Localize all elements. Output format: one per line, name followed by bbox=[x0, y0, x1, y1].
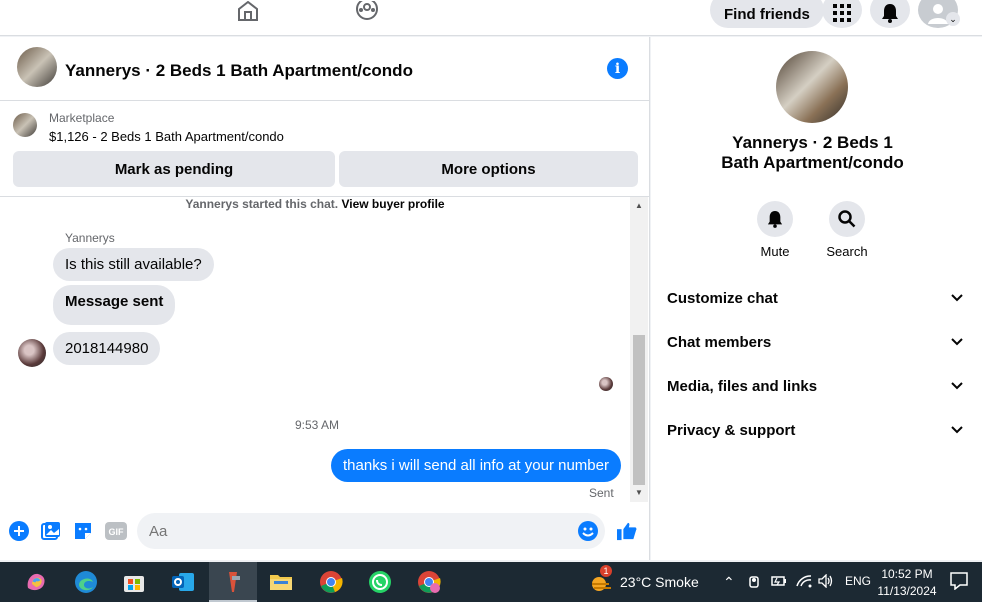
section-privacy-support[interactable]: Privacy & support bbox=[667, 415, 963, 445]
edge-icon[interactable] bbox=[73, 569, 99, 595]
emoji-icon[interactable] bbox=[578, 521, 598, 541]
conversation-title: Yannerys · 2 Beds 1 Bath Apartment/condo bbox=[651, 133, 974, 173]
chat-started-notice: Yannerys started this chat. View buyer p… bbox=[0, 197, 630, 211]
message-input[interactable] bbox=[137, 513, 605, 549]
incoming-message-text: Message sent bbox=[65, 293, 164, 310]
listing-source: Marketplace bbox=[49, 111, 115, 125]
meet-now-icon[interactable] bbox=[748, 574, 762, 591]
scroll-up-arrow-icon[interactable]: ▲ bbox=[635, 201, 643, 210]
bell-icon bbox=[882, 4, 898, 23]
top-navigation-bar: Find friends ⌄ bbox=[0, 0, 982, 36]
page-scrollbar[interactable] bbox=[974, 37, 982, 560]
chat-panel: Yannerys · 2 Beds 1 Bath Apartment/condo… bbox=[0, 37, 650, 560]
gif-icon[interactable]: GIF bbox=[105, 521, 127, 541]
message-thread: Yannerys started this chat. View buyer p… bbox=[0, 197, 630, 502]
input-language[interactable]: ENG bbox=[845, 574, 871, 588]
chat-info-panel: Yannerys · 2 Beds 1 Bath Apartment/condo… bbox=[651, 37, 974, 560]
like-icon[interactable] bbox=[617, 521, 637, 541]
battery-icon[interactable] bbox=[771, 574, 787, 591]
groups-icon[interactable] bbox=[354, 0, 380, 22]
plus-icon[interactable] bbox=[9, 521, 29, 541]
section-label: Chat members bbox=[667, 333, 772, 351]
chevron-down-icon bbox=[951, 294, 963, 302]
chrome-icon[interactable] bbox=[318, 569, 344, 595]
sender-name: Yannerys bbox=[65, 231, 115, 245]
bell-icon[interactable] bbox=[757, 201, 793, 237]
section-label: Media, files and links bbox=[667, 377, 818, 395]
weather-alert-badge: 1 bbox=[600, 565, 612, 577]
mute-action[interactable]: Mute bbox=[745, 201, 805, 259]
notification-center-icon[interactable] bbox=[950, 572, 968, 593]
home-icon[interactable] bbox=[235, 0, 261, 22]
find-friends-button[interactable]: Find friends bbox=[710, 0, 824, 28]
chevron-down-icon bbox=[951, 426, 963, 434]
incoming-message[interactable]: 2018144980 bbox=[53, 332, 161, 365]
mute-label: Mute bbox=[760, 244, 790, 259]
scroll-down-arrow-icon[interactable]: ▼ bbox=[635, 488, 643, 497]
wifi-icon[interactable] bbox=[796, 574, 812, 591]
volume-icon[interactable] bbox=[818, 573, 834, 591]
outlook-icon[interactable] bbox=[170, 569, 196, 595]
sticker-icon[interactable] bbox=[73, 521, 93, 541]
section-label: Privacy & support bbox=[667, 421, 796, 439]
marketplace-listing: Marketplace $1,126 - 2 Beds 1 Bath Apart… bbox=[0, 101, 650, 197]
section-customize-chat[interactable]: Customize chat bbox=[667, 283, 963, 313]
whatsapp-icon[interactable] bbox=[367, 569, 393, 595]
conversation-title-text: Yannerys · 2 Beds 1 Bath Apartment/condo bbox=[721, 133, 904, 172]
chevron-down-icon bbox=[951, 382, 963, 390]
windows-taskbar: 1 23°C Smoke ⌃ ENG 10:52 PM 11/13/2024 bbox=[0, 562, 982, 602]
read-receipt-avatar bbox=[599, 377, 613, 391]
chrome-profile-icon[interactable] bbox=[416, 569, 442, 595]
svg-text:GIF: GIF bbox=[109, 527, 125, 537]
sent-status: Sent bbox=[589, 486, 614, 500]
search-icon[interactable] bbox=[829, 201, 865, 237]
show-hidden-icons-chevron-icon[interactable]: ⌃ bbox=[723, 574, 735, 591]
more-options-button[interactable]: More options bbox=[339, 151, 638, 187]
menu-button[interactable] bbox=[822, 0, 862, 28]
message-composer: GIF bbox=[0, 509, 650, 553]
chevron-down-icon bbox=[951, 338, 963, 346]
message-scrollbar[interactable]: ▲ ▼ bbox=[630, 197, 648, 502]
account-button[interactable]: ⌄ bbox=[918, 0, 960, 28]
search-label: Search bbox=[826, 244, 868, 259]
pinned-app-icon[interactable] bbox=[220, 569, 246, 595]
clock-date: 11/13/2024 bbox=[877, 584, 937, 598]
menu-grid-icon bbox=[833, 4, 851, 22]
system-clock[interactable]: 10:52 PM 11/13/2024 bbox=[870, 566, 944, 600]
message-timestamp: 9:53 AM bbox=[294, 418, 340, 432]
chat-avatar[interactable] bbox=[17, 47, 57, 87]
incoming-message[interactable]: Message sent bbox=[53, 285, 176, 325]
section-chat-members[interactable]: Chat members bbox=[667, 327, 963, 357]
scroll-thumb[interactable] bbox=[633, 335, 645, 485]
info-icon[interactable]: i bbox=[607, 58, 628, 79]
copilot-icon[interactable] bbox=[23, 569, 49, 595]
weather-icon[interactable]: 1 bbox=[588, 565, 614, 595]
search-action[interactable]: Search bbox=[817, 201, 877, 259]
sender-avatar[interactable] bbox=[18, 339, 46, 367]
view-buyer-profile-link[interactable]: View buyer profile bbox=[341, 197, 444, 211]
outgoing-message[interactable]: thanks i will send all info at your numb… bbox=[331, 449, 621, 482]
chevron-down-icon: ⌄ bbox=[946, 12, 960, 26]
chat-title[interactable]: Yannerys · 2 Beds 1 Bath Apartment/condo bbox=[65, 61, 413, 81]
listing-thumbnail[interactable] bbox=[13, 113, 37, 137]
clock-time: 10:52 PM bbox=[881, 567, 933, 581]
chat-started-text: Yannerys started this chat. bbox=[185, 197, 339, 211]
store-icon[interactable] bbox=[121, 569, 147, 595]
file-explorer-icon[interactable] bbox=[268, 569, 294, 595]
chat-header: Yannerys · 2 Beds 1 Bath Apartment/condo… bbox=[0, 37, 650, 101]
conversation-avatar[interactable] bbox=[776, 51, 848, 123]
section-label: Customize chat bbox=[667, 289, 778, 307]
section-media-files-links[interactable]: Media, files and links bbox=[667, 371, 963, 401]
notifications-button[interactable] bbox=[870, 0, 910, 28]
mark-as-pending-button[interactable]: Mark as pending bbox=[13, 151, 335, 187]
weather-text[interactable]: 23°C Smoke bbox=[620, 574, 699, 590]
incoming-message[interactable]: Is this still available? bbox=[53, 248, 214, 281]
image-icon[interactable] bbox=[41, 521, 61, 541]
listing-description[interactable]: $1,126 - 2 Beds 1 Bath Apartment/condo bbox=[49, 129, 284, 144]
